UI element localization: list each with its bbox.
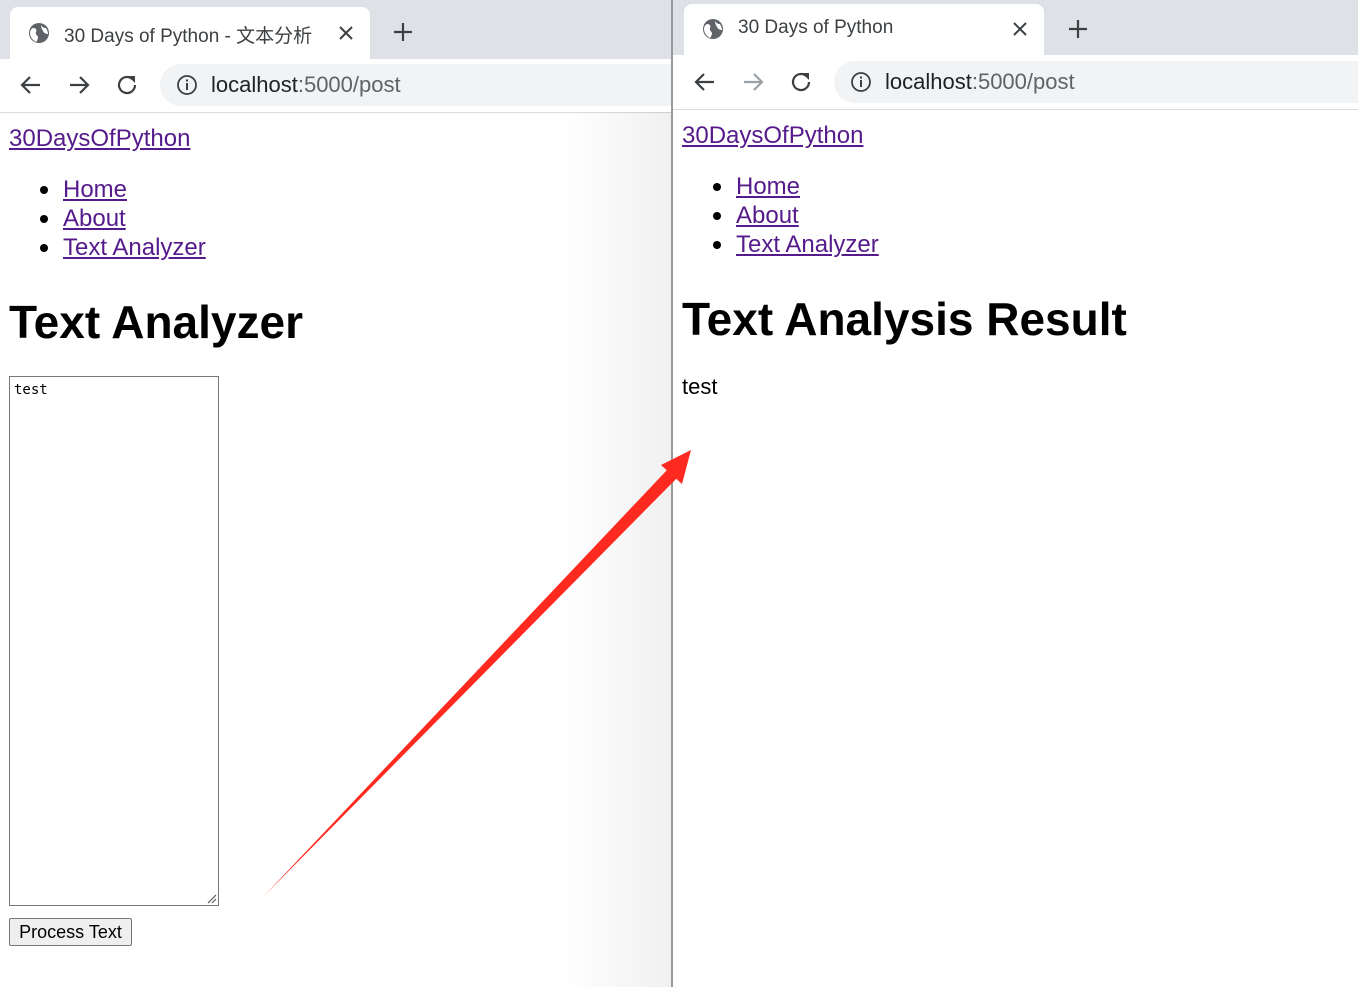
result-text: test <box>682 374 718 399</box>
plus-icon[interactable] <box>391 20 415 44</box>
nav-list: Home About Text Analyzer <box>673 172 879 259</box>
browser-tab[interactable]: 30 Days of Python - 文本分析 <box>10 7 370 59</box>
tab-title: 30 Days of Python <box>738 17 894 38</box>
url-host: localhost <box>885 69 972 94</box>
back-arrow-icon[interactable] <box>17 71 45 99</box>
nav-item-text-analyzer: Text Analyzer <box>673 230 879 259</box>
nav-link-text-analyzer[interactable]: Text Analyzer <box>63 234 206 261</box>
page-title: Text Analysis Result <box>682 293 1127 345</box>
forward-arrow-icon[interactable] <box>65 71 93 99</box>
bullet <box>713 183 721 191</box>
reload-icon[interactable] <box>113 71 141 99</box>
close-icon[interactable] <box>336 23 356 43</box>
browser-toolbar: localhost:5000/post <box>0 59 671 113</box>
page-content: 30DaysOfPython Home About Text Analyzer … <box>673 110 1358 987</box>
url-path: :5000/post <box>297 72 401 97</box>
url-text: localhost:5000/post <box>885 69 1075 95</box>
forward-arrow-icon[interactable] <box>739 68 767 96</box>
globe-icon <box>703 19 723 39</box>
plus-icon[interactable] <box>1066 17 1090 41</box>
page-content: 30DaysOfPython Home About Text Analyzer … <box>0 113 671 987</box>
globe-icon <box>29 23 49 43</box>
tab-strip: 30 Days of Python <box>673 0 1358 55</box>
nav-link-about[interactable]: About <box>63 205 126 232</box>
bullet <box>713 212 721 220</box>
resize-handle-icon[interactable] <box>205 892 217 904</box>
address-bar[interactable]: localhost:5000/post <box>834 61 1358 103</box>
browser-toolbar: localhost:5000/post <box>673 55 1358 110</box>
browser-window-result: 30 Days of Python localhost:5000/post 30… <box>673 0 1358 987</box>
browser-window-form: 30 Days of Python - 文本分析 localhost:5000/… <box>0 0 671 987</box>
tab-title: 30 Days of Python - 文本分析 <box>64 26 313 47</box>
page-title: Text Analyzer <box>9 296 303 348</box>
nav-list: Home About Text Analyzer <box>0 175 206 262</box>
info-icon[interactable] <box>850 71 872 93</box>
nav-item-about: About <box>673 201 879 230</box>
bullet <box>40 244 48 252</box>
nav-item-home: Home <box>673 172 879 201</box>
nav-item-about: About <box>0 204 206 233</box>
address-bar[interactable]: localhost:5000/post <box>160 64 671 106</box>
brand-link[interactable]: 30DaysOfPython <box>682 122 863 150</box>
nav-item-home: Home <box>0 175 206 204</box>
nav-link-home[interactable]: Home <box>63 176 127 203</box>
back-arrow-icon[interactable] <box>691 68 719 96</box>
process-text-button[interactable]: Process Text <box>9 918 132 946</box>
url-path: :5000/post <box>971 69 1075 94</box>
nav-link-about[interactable]: About <box>736 202 799 229</box>
info-icon[interactable] <box>176 74 198 96</box>
nav-link-text-analyzer[interactable]: Text Analyzer <box>736 231 879 258</box>
nav-link-home[interactable]: Home <box>736 173 800 200</box>
textarea-value: test <box>14 382 48 398</box>
bullet <box>40 186 48 194</box>
reload-icon[interactable] <box>787 68 815 96</box>
nav-item-text-analyzer: Text Analyzer <box>0 233 206 262</box>
close-icon[interactable] <box>1010 19 1030 39</box>
tab-strip: 30 Days of Python - 文本分析 <box>0 0 671 59</box>
bullet <box>713 241 721 249</box>
brand-link[interactable]: 30DaysOfPython <box>9 125 190 153</box>
bullet <box>40 215 48 223</box>
url-text: localhost:5000/post <box>211 72 401 98</box>
url-host: localhost <box>211 72 298 97</box>
browser-tab[interactable]: 30 Days of Python <box>684 4 1044 55</box>
text-input-area[interactable]: test <box>9 376 219 906</box>
